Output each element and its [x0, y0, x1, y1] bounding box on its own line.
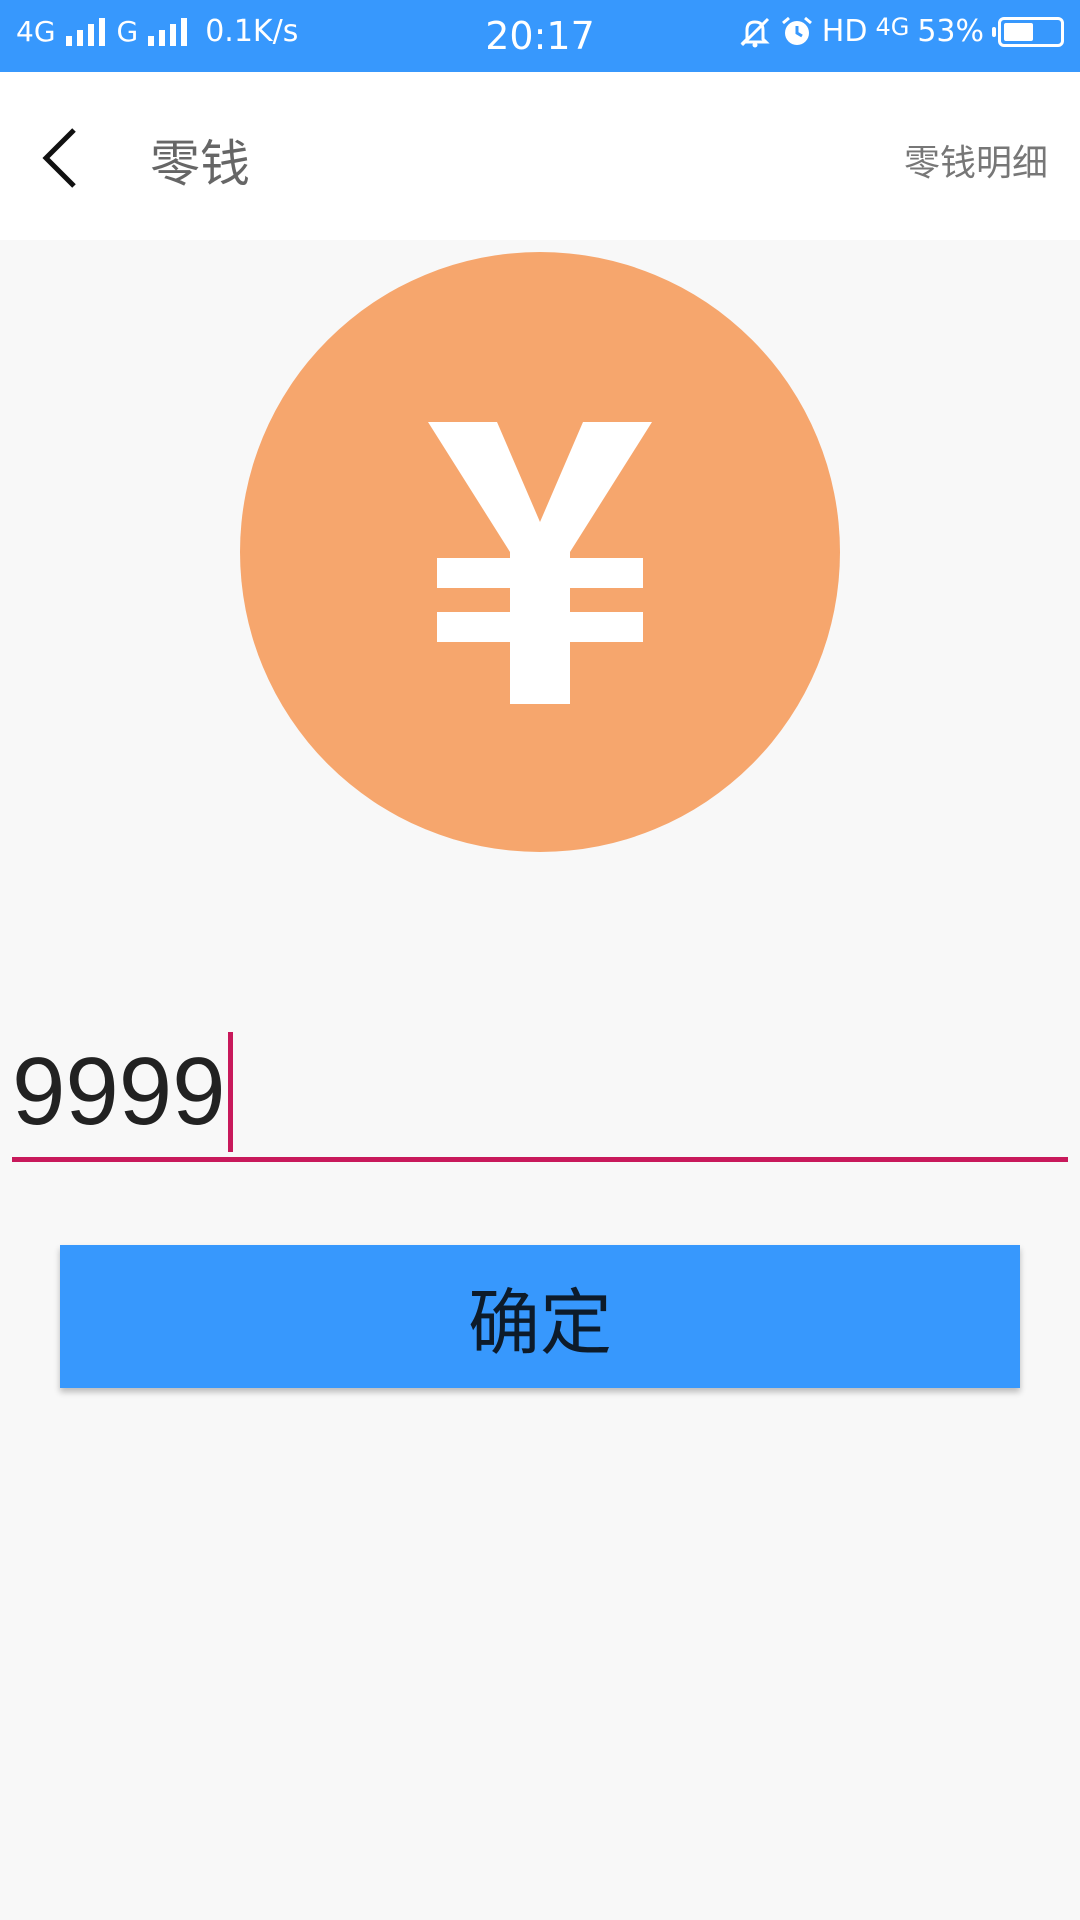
- input-underline: [12, 1157, 1068, 1162]
- confirm-button[interactable]: 确定: [60, 1245, 1020, 1388]
- chevron-left-icon: [42, 128, 76, 188]
- page-title: 零钱: [150, 135, 250, 193]
- text-caret: [227, 1032, 233, 1152]
- hd-label: HD: [821, 14, 868, 49]
- battery-fill: [1004, 22, 1033, 41]
- battery-icon: [992, 16, 1064, 47]
- alarm-icon: [780, 15, 814, 49]
- back-button[interactable]: [30, 112, 120, 202]
- amount-value-wrap: 9999: [12, 1032, 233, 1152]
- status-bar: 4G G 0.1K/s 20:17 HD 4G 53%: [0, 0, 1080, 72]
- yen-coin: [240, 252, 840, 852]
- network-type-3: 4G: [875, 12, 910, 41]
- amount-value: 9999: [12, 1038, 226, 1145]
- mute-bell-icon: [738, 15, 772, 49]
- amount-input[interactable]: 9999: [12, 1030, 1068, 1162]
- status-right: HD 4G 53%: [738, 12, 1064, 49]
- change-details-link[interactable]: 零钱明细: [904, 134, 1048, 186]
- yen-icon: [240, 252, 840, 852]
- app-header: 零钱 零钱明细: [0, 72, 1080, 240]
- battery-percent: 53%: [917, 14, 984, 49]
